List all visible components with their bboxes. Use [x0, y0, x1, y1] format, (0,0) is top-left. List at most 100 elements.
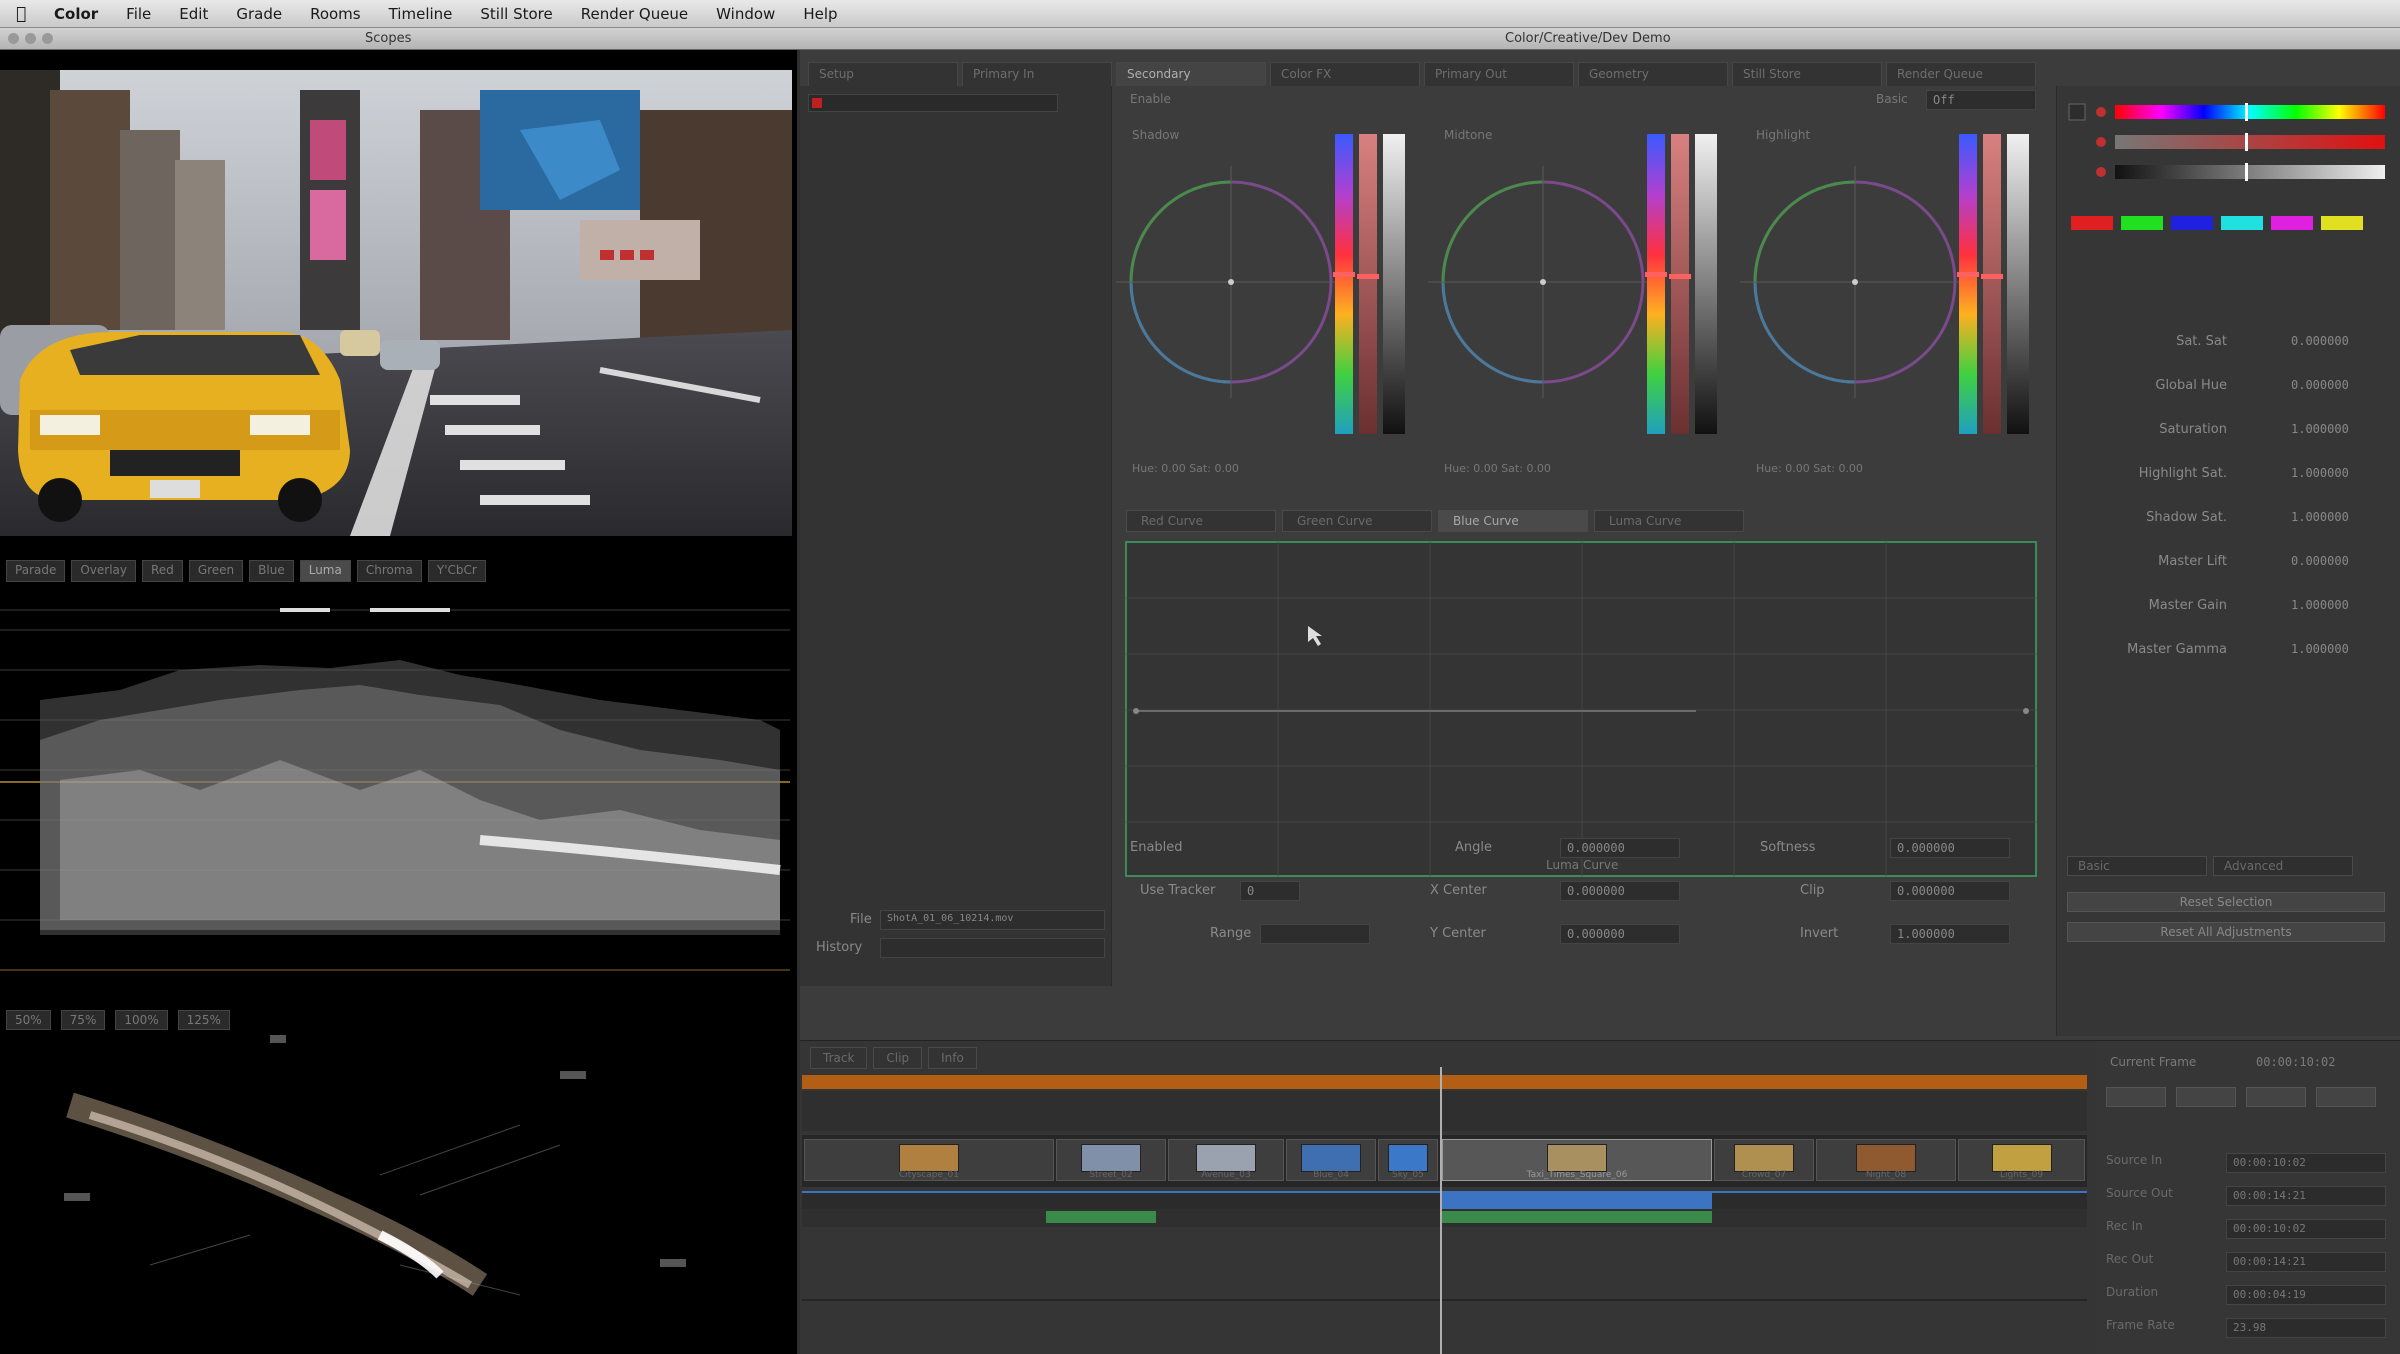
- scope-tab-luma[interactable]: Luma: [299, 560, 351, 582]
- timeline-ruler[interactable]: [802, 1075, 2087, 1089]
- swatch-magenta[interactable]: [2271, 216, 2313, 230]
- close-icon[interactable]: [8, 33, 19, 44]
- menu-app-name[interactable]: Color: [54, 5, 98, 23]
- menu-render-queue[interactable]: Render Queue: [581, 5, 688, 23]
- midtone-sat-slider[interactable]: [1671, 134, 1689, 434]
- tab-geometry[interactable]: Geometry: [1578, 62, 1728, 86]
- menu-grade[interactable]: Grade: [236, 5, 282, 23]
- video-track[interactable]: [802, 1191, 2087, 1209]
- timecode-row[interactable]: [802, 1091, 2087, 1131]
- angle-field[interactable]: 0.000000: [1560, 838, 1680, 858]
- scope-tab-blue[interactable]: Blue: [249, 560, 294, 582]
- enabled-toggle[interactable]: Enabled: [1130, 840, 1183, 855]
- menu-help[interactable]: Help: [803, 5, 837, 23]
- info-value[interactable]: 00:00:10:02: [2226, 1219, 2386, 1239]
- y-center-field[interactable]: 0.000000: [1560, 924, 1680, 944]
- timeline-tab-info[interactable]: Info: [928, 1047, 977, 1069]
- forward-button[interactable]: [2246, 1087, 2306, 1107]
- tab-primary-in[interactable]: Primary In: [962, 62, 1112, 86]
- use-tracker-field[interactable]: 0: [1240, 881, 1300, 901]
- tab-render-queue[interactable]: Render Queue: [1886, 62, 2036, 86]
- param-value[interactable]: 1.000000: [2287, 640, 2387, 660]
- timeline-clip-selected[interactable]: Taxi_Times_Square_06: [1442, 1139, 1712, 1181]
- menu-timeline[interactable]: Timeline: [389, 5, 453, 23]
- scope-tab-green[interactable]: Green: [188, 560, 244, 582]
- param-value[interactable]: 0.000000: [2287, 332, 2387, 352]
- shadow-sat-slider[interactable]: [1359, 134, 1377, 434]
- timeline-clip[interactable]: Sky_05: [1378, 1139, 1438, 1181]
- highlight-luma-slider[interactable]: [2007, 134, 2029, 434]
- apple-icon[interactable]: : [16, 4, 40, 24]
- curve-tab-blue[interactable]: Blue Curve: [1438, 510, 1588, 532]
- scope-tab-red[interactable]: Red: [142, 560, 183, 582]
- vector-tab-75[interactable]: 75%: [60, 1010, 106, 1030]
- tab-color-fx[interactable]: Color FX: [1270, 62, 1420, 86]
- timeline-clip[interactable]: Night_08: [1816, 1139, 1956, 1181]
- timeline-clip[interactable]: Avenue_03: [1168, 1139, 1284, 1181]
- rewind-button[interactable]: [2106, 1087, 2166, 1107]
- swatch-blue[interactable]: [2171, 216, 2213, 230]
- info-value[interactable]: 00:00:14:21: [2226, 1252, 2386, 1272]
- invert-field[interactable]: 1.000000: [1890, 924, 2010, 944]
- menu-still-store[interactable]: Still Store: [480, 5, 552, 23]
- param-value[interactable]: 1.000000: [2287, 596, 2387, 616]
- reset-selection-button[interactable]: Reset Selection: [2067, 892, 2385, 912]
- secondary-slot-strip[interactable]: [808, 94, 1058, 112]
- midtone-hue-slider[interactable]: [1647, 134, 1665, 434]
- history-field[interactable]: [880, 938, 1105, 958]
- shadow-hue-slider[interactable]: [1335, 134, 1353, 434]
- playhead[interactable]: [1440, 1067, 1442, 1354]
- minimize-icon[interactable]: [25, 33, 36, 44]
- swatch-cyan[interactable]: [2221, 216, 2263, 230]
- vector-tab-125[interactable]: 125%: [177, 1010, 230, 1030]
- clip-field[interactable]: 0.000000: [1890, 881, 2010, 901]
- color-picker-bars[interactable]: [2065, 100, 2395, 200]
- vector-tab-100[interactable]: 100%: [115, 1010, 168, 1030]
- timeline-tab-track[interactable]: Track: [810, 1047, 868, 1069]
- tab-setup[interactable]: Setup: [808, 62, 958, 86]
- info-value[interactable]: 00:00:04:19: [2226, 1285, 2386, 1305]
- curve-graph[interactable]: [1116, 530, 2054, 880]
- info-value[interactable]: 23.98: [2226, 1318, 2386, 1338]
- timeline-clip[interactable]: Cityscape_01: [804, 1139, 1054, 1181]
- param-value[interactable]: 1.000000: [2287, 420, 2387, 440]
- scope-tab-overlay[interactable]: Overlay: [71, 560, 136, 582]
- grade-track[interactable]: [802, 1209, 2087, 1227]
- curve-tab-green[interactable]: Green Curve: [1282, 510, 1432, 532]
- timeline-clip[interactable]: Crowd_07: [1714, 1139, 1814, 1181]
- timeline-clip[interactable]: Blue_04: [1286, 1139, 1376, 1181]
- highlight-wheel[interactable]: [1740, 166, 1970, 398]
- menu-rooms[interactable]: Rooms: [310, 5, 361, 23]
- param-value[interactable]: 1.000000: [2287, 508, 2387, 528]
- record-icon[interactable]: [812, 98, 822, 108]
- play-button[interactable]: [2176, 1087, 2236, 1107]
- x-center-field[interactable]: 0.000000: [1560, 881, 1680, 901]
- curve-tab-luma[interactable]: Luma Curve: [1594, 510, 1744, 532]
- swatch-green[interactable]: [2121, 216, 2163, 230]
- param-value[interactable]: 0.000000: [2287, 376, 2387, 396]
- shadow-wheel[interactable]: [1116, 166, 1346, 398]
- grade-bar[interactable]: [1046, 1211, 1156, 1223]
- param-value[interactable]: 1.000000: [2287, 464, 2387, 484]
- range-field[interactable]: [1260, 924, 1370, 944]
- scope-tab-ycbcr[interactable]: Y'CbCr: [427, 560, 486, 582]
- highlight-hue-slider[interactable]: [1959, 134, 1977, 434]
- curve-tab-red[interactable]: Red Curve: [1126, 510, 1276, 532]
- reset-all-button[interactable]: Reset All Adjustments: [2067, 922, 2385, 942]
- zoom-icon[interactable]: [42, 33, 53, 44]
- grade-bar[interactable]: [1442, 1211, 1712, 1223]
- loop-button[interactable]: [2316, 1087, 2376, 1107]
- timeline-tab-clip[interactable]: Clip: [873, 1047, 923, 1069]
- tab-still-store[interactable]: Still Store: [1732, 62, 1882, 86]
- midtone-luma-slider[interactable]: [1695, 134, 1717, 434]
- swatch-red[interactable]: [2071, 216, 2113, 230]
- midtone-wheel[interactable]: [1428, 166, 1658, 398]
- timeline-clip[interactable]: Lights_09: [1958, 1139, 2085, 1181]
- scope-tab-parade[interactable]: Parade: [6, 560, 66, 582]
- info-value[interactable]: 00:00:10:02: [2226, 1153, 2386, 1173]
- side-tab-basic[interactable]: Basic: [2067, 856, 2207, 876]
- menu-window[interactable]: Window: [716, 5, 775, 23]
- timeline-clip[interactable]: Street_02: [1056, 1139, 1166, 1181]
- file-field[interactable]: ShotA_01_06_10214.mov: [880, 910, 1105, 930]
- shadow-luma-slider[interactable]: [1383, 134, 1405, 434]
